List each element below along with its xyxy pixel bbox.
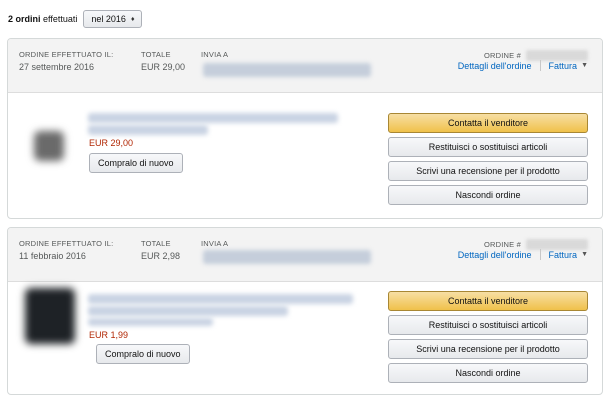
product-image[interactable] (25, 288, 75, 344)
link-divider (539, 60, 541, 71)
orders-count-label: effettuati (43, 14, 78, 24)
order-date-label: ORDINE EFFETTUATO IL: (19, 239, 114, 248)
order-actions: Contatta il venditore Restituisci o sost… (388, 113, 588, 209)
order-card: ORDINE EFFETTUATO IL: 27 settembre 2016 … (7, 38, 603, 219)
return-items-button[interactable]: Restituisci o sostituisci articoli (388, 137, 588, 157)
ship-to-label: INVIA A (201, 239, 229, 248)
order-links: Dettagli dell'ordine Fattura ▼ (458, 60, 588, 71)
order-details-link[interactable]: Dettagli dell'ordine (458, 250, 532, 260)
order-header: ORDINE EFFETTUATO IL: 27 settembre 2016 … (8, 39, 602, 93)
order-total-label: TOTALE (141, 239, 171, 248)
year-filter-value: nel 2016 (91, 14, 126, 24)
chevron-down-icon: ♦ (130, 15, 135, 23)
ship-to-name-redacted[interactable] (203, 250, 371, 264)
order-date: 27 settembre 2016 (19, 62, 95, 72)
order-total: EUR 29,00 (141, 62, 186, 72)
order-number-label: ORDINE # (483, 51, 521, 60)
product-subtitle-redacted[interactable] (88, 306, 288, 316)
order-links: Dettagli dell'ordine Fattura ▼ (458, 249, 588, 260)
product-title-redacted[interactable] (88, 294, 353, 304)
hide-order-button[interactable]: Nascondi ordine (388, 363, 588, 383)
order-card: ORDINE EFFETTUATO IL: 11 febbraio 2016 T… (7, 227, 603, 395)
year-filter-select[interactable]: nel 2016 ♦ (83, 10, 142, 28)
ship-to-label: INVIA A (201, 50, 229, 59)
orders-count: 2 ordini effettuati (8, 14, 77, 24)
order-date-block: ORDINE EFFETTUATO IL: 27 settembre 2016 (19, 50, 113, 72)
buy-again-button[interactable]: Compralo di nuovo (89, 153, 183, 173)
ship-to-block: INVIA A (201, 239, 228, 248)
caret-down-icon[interactable]: ▼ (581, 251, 588, 258)
invoice-link[interactable]: Fattura (549, 250, 578, 260)
orders-filter-bar: 2 ordini effettuati nel 2016 ♦ (8, 10, 142, 28)
invoice-link[interactable]: Fattura (549, 61, 578, 71)
order-total-block: TOTALE EUR 29,00 (141, 50, 185, 72)
order-total-label: TOTALE (141, 50, 171, 59)
order-details-link[interactable]: Dettagli dell'ordine (458, 61, 532, 71)
write-review-button[interactable]: Scrivi una recensione per il prodotto (388, 161, 588, 181)
order-total-block: TOTALE EUR 2,98 (141, 239, 180, 261)
ship-to-block: INVIA A (201, 50, 228, 59)
order-total: EUR 2,98 (141, 251, 181, 261)
order-body: EUR 29,00 Compralo di nuovo Contatta il … (8, 93, 602, 218)
order-number-label: ORDINE # (483, 240, 521, 249)
write-review-button[interactable]: Scrivi una recensione per il prodotto (388, 339, 588, 359)
order-actions: Contatta il venditore Restituisci o sost… (388, 291, 588, 387)
order-date: 11 febbraio 2016 (19, 251, 86, 261)
orders-count-number: 2 ordini (8, 14, 41, 24)
order-body: EUR 1,99 Compralo di nuovo Contatta il v… (8, 282, 602, 394)
product-price: EUR 1,99 (89, 330, 129, 340)
return-items-button[interactable]: Restituisci o sostituisci articoli (388, 315, 588, 335)
product-image[interactable] (34, 131, 64, 161)
contact-seller-button[interactable]: Contatta il venditore (388, 291, 588, 311)
order-date-label: ORDINE EFFETTUATO IL: (19, 50, 114, 59)
buy-again-button[interactable]: Compralo di nuovo (96, 344, 190, 364)
ship-to-name-redacted[interactable] (203, 63, 371, 77)
product-price: EUR 29,00 (89, 138, 134, 148)
caret-down-icon[interactable]: ▼ (581, 62, 588, 69)
contact-seller-button[interactable]: Contatta il venditore (388, 113, 588, 133)
product-seller-redacted[interactable] (88, 318, 213, 326)
link-divider (539, 249, 541, 260)
product-subtitle-redacted[interactable] (88, 125, 208, 135)
order-date-block: ORDINE EFFETTUATO IL: 11 febbraio 2016 (19, 239, 113, 261)
product-title-redacted[interactable] (88, 113, 338, 123)
order-header: ORDINE EFFETTUATO IL: 11 febbraio 2016 T… (8, 228, 602, 282)
hide-order-button[interactable]: Nascondi ordine (388, 185, 588, 205)
